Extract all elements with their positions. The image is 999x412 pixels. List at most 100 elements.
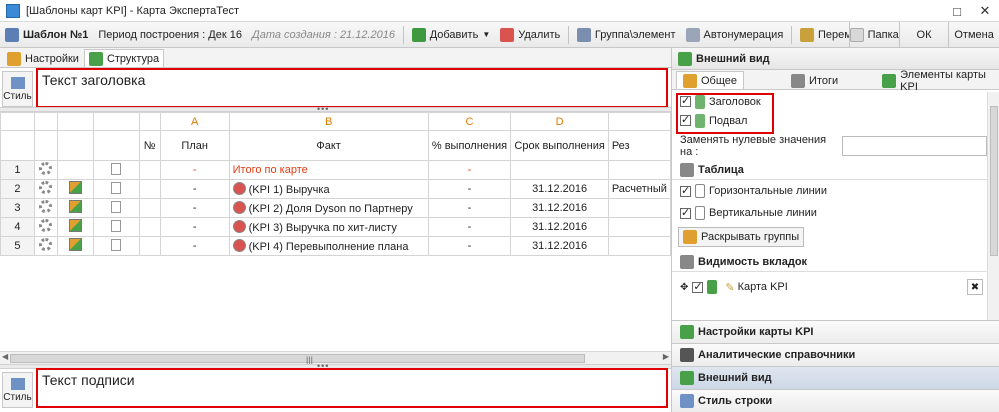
document-icon[interactable] [111,219,122,232]
kpi-card-visibility-row[interactable]: ✥ ✎ Карта KPI ✖ [672,274,987,300]
fact-cell[interactable]: (KPI 4) Перевыполнение плана [228,236,429,256]
remove-icon[interactable]: ✖ [967,279,983,295]
kpi-grid: A B C D № План Факт % выполнения Срок вы… [0,112,672,256]
tab-general[interactable]: Общее [676,71,745,89]
col-plan-header[interactable]: План [159,130,230,161]
document-icon[interactable] [111,238,122,251]
kpi-card-icon [707,280,718,294]
header-style-button[interactable]: Стиль [2,71,33,107]
gear-icon[interactable] [39,238,53,251]
col-fact-header[interactable]: Факт [228,130,429,161]
horizontal-lines-checkbox[interactable]: Горизонтальные линии [672,180,987,202]
move-button[interactable]: Перемещен [795,23,849,47]
table-row[interactable]: 2 - (KPI 1) Выручка - 31.12.2016 Расчетн… [0,179,672,199]
pct-cell[interactable]: - [427,236,512,256]
gear-icon[interactable] [39,219,53,232]
result-cell[interactable]: Расчетный [607,179,672,199]
deadline-cell[interactable]: 31.12.2016 [510,236,609,256]
fact-cell[interactable]: (KPI 1) Выручка [228,179,429,199]
appearance-icon [678,51,692,66]
footer-text-field[interactable]: Текст подписи [36,368,668,408]
column-header-row: № План Факт % выполнения Срок выполнения… [0,130,672,161]
group-element-button[interactable]: Группа\элемент [572,23,681,47]
ok-button[interactable]: ОК [898,21,948,48]
table-row[interactable]: 5 - (KPI 4) Перевыполнение плана - 31.12… [0,236,672,256]
fact-cell[interactable]: Итого по карте [228,160,429,180]
maximize-icon[interactable]: □ [943,0,971,22]
result-cell[interactable] [607,160,672,180]
scrollbar-thumb[interactable]: ||| [10,354,585,365]
accordion-appearance[interactable]: Внешний вид [672,366,999,389]
col-pct-header[interactable]: % выполнения [427,130,512,161]
accordion-row-style[interactable]: Стиль строки [672,389,999,412]
col-deadline-header[interactable]: Срок выполнения [510,130,609,161]
folder-button[interactable]: Папка [848,21,899,48]
tab-kpi-elements[interactable]: Элементы карты KPI [875,69,995,93]
cancel-button[interactable]: Отмена [948,21,999,48]
document-icon[interactable] [111,181,122,194]
header-text-field[interactable]: Текст заголовка [36,68,668,108]
autonumbering-button[interactable]: Автонумерация [681,23,789,47]
plan-cell[interactable]: - [159,217,230,237]
document-icon[interactable] [111,200,122,213]
pct-cell[interactable]: - [427,217,512,237]
table-row[interactable]: 3 - (KPI 2) Доля Dyson по Партнеру - 31.… [0,198,672,218]
fact-cell[interactable]: (KPI 3) Выручка по хит-листу [228,217,429,237]
plan-cell[interactable]: - [159,236,230,256]
checkbox-checked[interactable] [680,184,691,197]
tab-structure[interactable]: Структура [83,49,165,67]
kpi-elements-icon [882,73,897,88]
checkbox-checked[interactable] [692,280,704,293]
pct-cell[interactable]: - [427,179,512,199]
highlight-box [676,93,774,134]
analytics-icon [680,348,694,362]
pct-cell[interactable]: - [427,160,512,180]
kpi-card-icon[interactable] [68,200,82,213]
document-icon[interactable] [111,162,122,175]
edit-icon[interactable]: ✎ [725,281,734,294]
deadline-cell[interactable]: 31.12.2016 [510,217,609,237]
scrollbar-thumb[interactable] [990,106,998,256]
kpi-card-icon[interactable] [68,238,82,251]
result-cell[interactable] [607,198,672,218]
deadline-cell[interactable]: 31.12.2016 [510,179,609,199]
template-icon [5,27,19,42]
result-cell[interactable] [607,217,672,237]
numbering-icon [685,27,700,42]
tab-settings[interactable]: Настройки [2,49,84,67]
plan-cell[interactable]: - [159,198,230,218]
tab-totals[interactable]: Итоги [784,71,845,89]
vertical-lines-checkbox[interactable]: Вертикальные линии [672,202,987,224]
structure-pane: Настройки Структура Стиль Текст заголовк… [0,48,672,412]
accordion-kpi-settings[interactable]: Настройки карты KPI [672,320,999,343]
expand-groups-button[interactable]: Раскрывать группы [678,227,805,247]
gear-icon[interactable] [39,181,53,194]
col-result-header[interactable]: Рез [607,130,672,161]
gear-icon[interactable] [39,162,53,175]
kpi-card-icon[interactable] [68,181,82,194]
kpi-card-icon[interactable] [68,219,82,232]
delete-button[interactable]: Удалить [495,23,565,47]
move-handle-icon[interactable]: ✥ [680,282,688,293]
add-button[interactable]: Добавить ▼ [407,23,496,47]
checkbox-checked[interactable] [680,206,691,219]
accordion-analytic-refs[interactable]: Аналитические справочники [672,343,999,366]
scroll-right-icon[interactable]: ▶ [663,352,669,361]
plan-cell[interactable]: - [159,179,230,199]
fact-cell[interactable]: (KPI 2) Доля Dyson по Партнеру [228,198,429,218]
gear-icon[interactable] [39,200,53,213]
deadline-cell[interactable] [510,160,609,180]
scroll-left-icon[interactable]: ◀ [2,352,8,361]
horizontal-scrollbar[interactable]: ◀ ||| ▶ [0,351,671,365]
pct-cell[interactable]: - [427,198,512,218]
table-row[interactable]: 4 - (KPI 3) Выручка по хит-листу - 31.12… [0,217,672,237]
col-num-header[interactable]: № [138,130,161,161]
zero-replace-input[interactable] [841,136,987,156]
plan-cell[interactable]: - [159,160,230,180]
deadline-cell[interactable]: 31.12.2016 [510,198,609,218]
panel-vertical-scrollbar[interactable] [987,92,999,324]
result-cell[interactable] [607,236,672,256]
footer-style-button[interactable]: Стиль [2,372,33,408]
close-icon[interactable]: ✕ [971,0,999,22]
table-row[interactable]: 1 - Итого по карте - [0,160,672,180]
